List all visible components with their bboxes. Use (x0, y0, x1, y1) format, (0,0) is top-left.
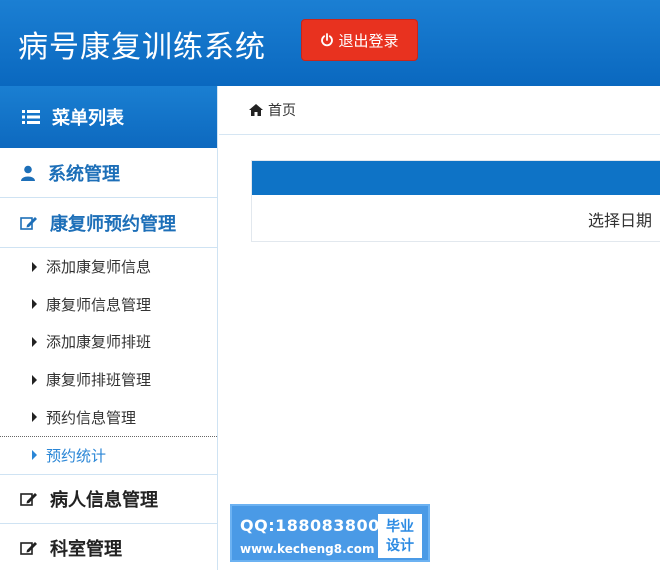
list-icon (22, 110, 40, 124)
menu-title: 菜单列表 (52, 108, 124, 128)
sidebar-item-label: 康复师排班管理 (46, 372, 152, 390)
sidebar-section-label: 科室管理 (50, 539, 122, 560)
sidebar-section-label: 康复师预约管理 (50, 213, 176, 234)
stats-panel: 选择日期 (251, 160, 660, 242)
user-icon (21, 165, 35, 181)
sidebar-section-therapist[interactable]: 康复师预约管理 (0, 198, 217, 248)
panel-header-bar (252, 161, 660, 195)
sidebar-item-appointment-info[interactable]: 预约信息管理 (0, 398, 217, 436)
edit-icon (20, 492, 37, 506)
sidebar-item-label: 康复师信息管理 (46, 296, 152, 314)
sidebar-item-schedule-manage[interactable]: 康复师排班管理 (0, 361, 217, 399)
sidebar: 菜单列表 系统管理 康复师预约管理 添加康复师信息 康复师信息管理 添加康复师排… (0, 86, 218, 570)
sidebar-item-add-therapist[interactable]: 添加康复师信息 (0, 248, 217, 286)
caret-right-icon (32, 299, 37, 310)
sidebar-item-appointment-stats[interactable]: 预约统计 (0, 435, 217, 474)
caret-right-icon (32, 336, 37, 347)
sidebar-section-department[interactable]: 科室管理 (0, 523, 217, 570)
logout-button[interactable]: 退出登录 (301, 19, 418, 61)
date-select-label: 选择日期 (588, 213, 653, 230)
breadcrumb-home-link[interactable]: 首页 (268, 100, 296, 120)
home-icon (249, 104, 263, 116)
watermark-qq: QQ:188083800 (240, 516, 380, 535)
caret-right-icon (32, 374, 37, 385)
watermark-badge: QQ:188083800 www.kecheng8.com 毕业 设计 (230, 504, 430, 562)
sidebar-section-system[interactable]: 系统管理 (0, 148, 217, 198)
app-title: 病号康复训练系统 (18, 30, 266, 65)
sidebar-item-label: 预约统计 (46, 447, 107, 465)
sidebar-item-label: 添加康复师信息 (46, 259, 152, 277)
sidebar-section-label: 病人信息管理 (50, 489, 158, 510)
caret-right-icon (32, 450, 37, 461)
sidebar-item-add-schedule[interactable]: 添加康复师排班 (0, 323, 217, 361)
sidebar-item-therapist-info[interactable]: 康复师信息管理 (0, 286, 217, 324)
power-icon (321, 33, 334, 47)
logout-label: 退出登录 (338, 32, 399, 50)
sidebar-item-label: 预约信息管理 (46, 409, 137, 427)
breadcrumb: 首页 (219, 86, 660, 135)
submenu-list: 添加康复师信息 康复师信息管理 添加康复师排班 康复师排班管理 预约信息管理 预… (0, 248, 217, 474)
sidebar-item-label: 添加康复师排班 (46, 334, 152, 352)
caret-right-icon (32, 261, 37, 272)
sidebar-section-patient[interactable]: 病人信息管理 (0, 473, 217, 524)
sidebar-section-label: 系统管理 (48, 163, 120, 184)
panel-body: 选择日期 (252, 195, 660, 241)
edit-icon (20, 542, 37, 555)
caret-right-icon (32, 412, 37, 423)
watermark-tag-line2: 设计 (386, 537, 414, 553)
menu-header: 菜单列表 (0, 86, 217, 148)
watermark-tag: 毕业 设计 (378, 514, 422, 558)
edit-icon (20, 216, 37, 230)
watermark-tag-line1: 毕业 (386, 518, 414, 534)
watermark-url: www.kecheng8.com (240, 542, 375, 556)
top-header: 病号康复训练系统 退出登录 (0, 0, 660, 86)
